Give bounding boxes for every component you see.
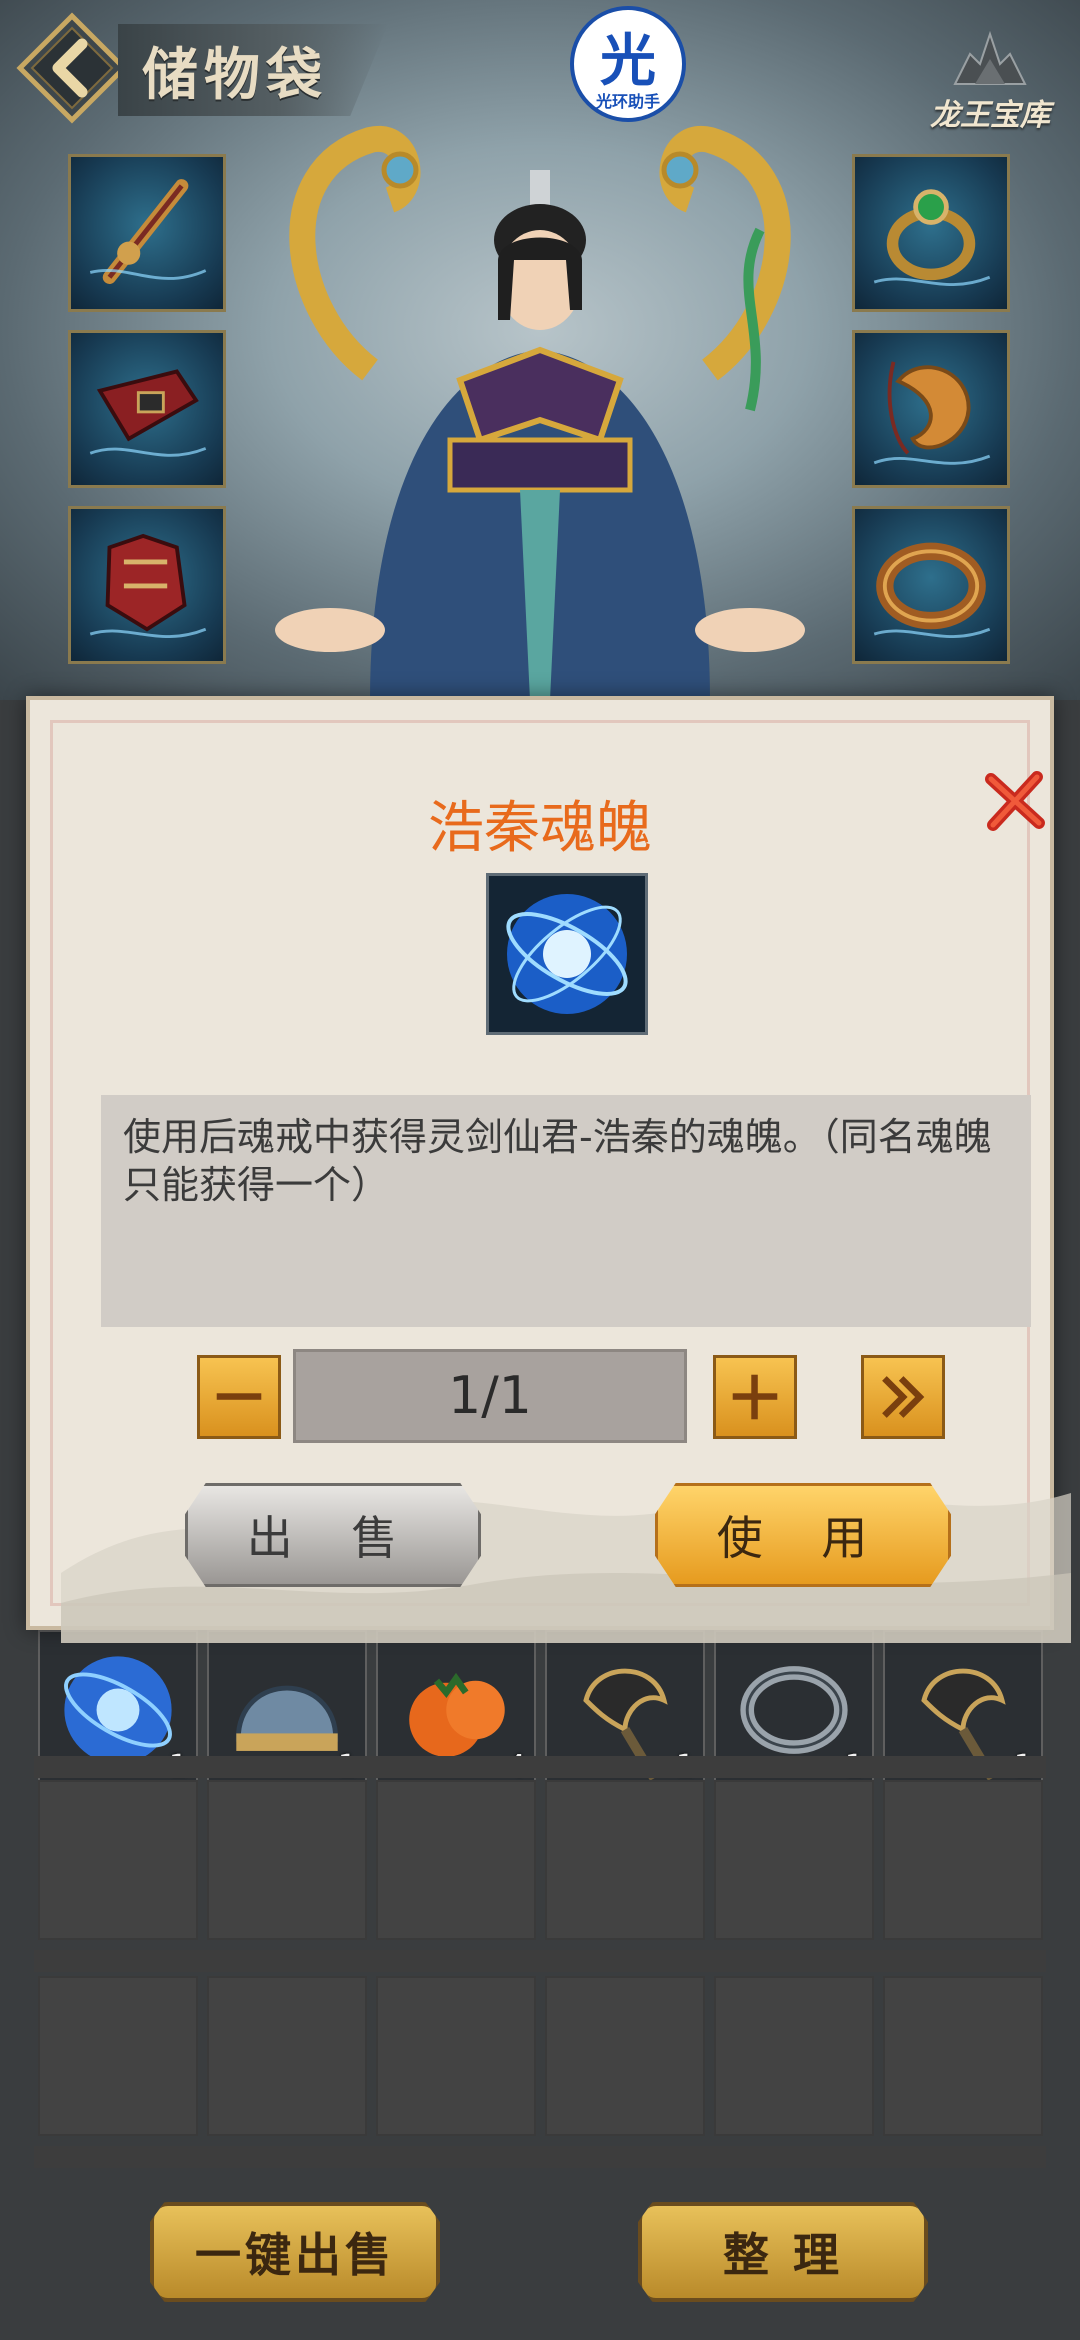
equip-slot-bracelet[interactable] <box>852 506 1010 664</box>
jade-ring-icon <box>873 189 991 286</box>
character-scene: 储物袋 光 光环助手 龙王宝库 <box>0 0 1080 700</box>
bag-slot-empty[interactable] <box>883 1780 1043 1940</box>
logo-char: 光 <box>600 29 656 94</box>
quantity-field[interactable]: 1/1 <box>293 1349 687 1443</box>
bag-slot-empty[interactable] <box>207 1780 367 1940</box>
close-icon <box>985 771 1045 831</box>
double-chevron-right-icon <box>882 1376 925 1418</box>
item-name: 浩秦魂魄 <box>428 796 652 861</box>
sell-button[interactable]: 出 售 <box>185 1483 481 1587</box>
soul-orb-icon <box>506 894 628 1014</box>
decrease-button[interactable] <box>197 1355 281 1439</box>
logo-text: 光环助手 <box>595 92 660 111</box>
bag-slot-empty[interactable] <box>38 1780 198 1940</box>
item-detail-dialog: 浩秦魂魄 使用后魂戒中获得灵剑仙君-浩秦的魂魄。（同名魂魄只能获得一个） 1/1 <box>26 696 1071 1643</box>
bag-slot-empty[interactable] <box>714 1976 874 2136</box>
bag-slot-empty[interactable] <box>376 1780 536 1940</box>
treasury-building-icon <box>953 30 1027 85</box>
close-button[interactable] <box>979 765 1051 837</box>
dragon-treasury-button[interactable]: 龙王宝库 <box>910 24 1070 134</box>
item-description: 使用后魂戒中获得灵剑仙君-浩秦的魂魄。（同名魂魄只能获得一个） <box>101 1095 1031 1327</box>
increase-button[interactable] <box>713 1355 797 1439</box>
equip-slot-belt[interactable] <box>68 330 226 488</box>
grid-separator <box>34 1756 1046 1778</box>
equip-slot-weapon[interactable] <box>68 154 226 312</box>
bag-slot-empty[interactable] <box>376 1976 536 2136</box>
dialog-inner-border: 浩秦魂魄 使用后魂戒中获得灵剑仙君-浩秦的魂魄。（同名魂魄只能获得一个） 1/1 <box>50 720 1071 1643</box>
treasury-label: 龙王宝库 <box>930 98 1050 133</box>
grid-separator <box>34 2146 1046 2168</box>
bag-slot-empty[interactable] <box>545 1780 705 1940</box>
belt-icon <box>89 369 207 457</box>
back-arrow-icon <box>16 12 128 124</box>
sword-icon <box>89 179 207 284</box>
helper-logo[interactable]: 光 光环助手 <box>570 6 686 122</box>
bag-slot-empty[interactable] <box>883 1976 1043 2136</box>
bag-slot-empty[interactable] <box>545 1976 705 2136</box>
quick-sell-button[interactable]: 一键出售 <box>150 2202 440 2302</box>
equip-slot-ring[interactable] <box>852 154 1010 312</box>
bag-slot-empty[interactable] <box>714 1780 874 1940</box>
plus-icon <box>732 1374 778 1420</box>
bag-slot-empty[interactable] <box>38 1976 198 2136</box>
minus-icon <box>216 1393 262 1400</box>
use-button[interactable]: 使 用 <box>655 1483 951 1587</box>
jade-pendant-icon <box>873 361 991 465</box>
bag-slot-empty[interactable] <box>207 1976 367 2136</box>
max-button[interactable] <box>861 1355 945 1439</box>
bracelet-icon <box>873 542 991 638</box>
sort-button[interactable]: 整 理 <box>638 2202 928 2302</box>
hero-character <box>275 125 805 700</box>
equip-slot-pendant[interactable] <box>852 330 1010 488</box>
item-icon-frame <box>486 873 648 1035</box>
armor-icon <box>89 533 207 638</box>
equip-slot-armor[interactable] <box>68 506 226 664</box>
page-title: 储物袋 <box>142 42 328 108</box>
back-button[interactable] <box>12 8 132 128</box>
grid-separator <box>34 1950 1046 1972</box>
